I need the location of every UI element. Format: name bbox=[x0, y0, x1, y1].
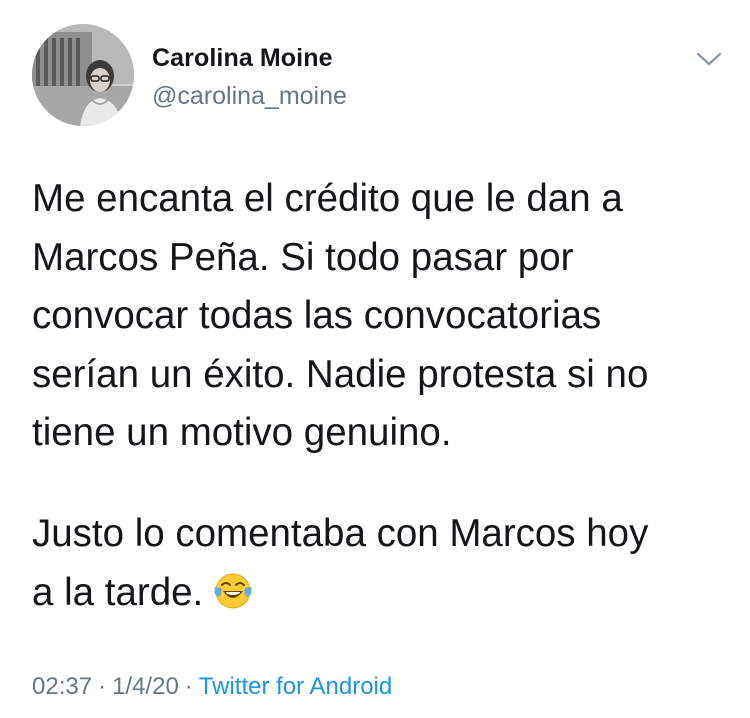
tweet-date[interactable]: 1/4/20 bbox=[112, 673, 179, 700]
tweet-card: Carolina Moine @carolina_moine Me encant… bbox=[0, 0, 750, 718]
meta-separator: · bbox=[184, 673, 193, 700]
tweet-line: convocar todas las convocatorias bbox=[32, 294, 602, 337]
tweet-text-paragraph-2: Justo lo comentaba con Marcos hoy a la t… bbox=[32, 505, 732, 622]
tweet-line: tiene un motivo genuino. bbox=[32, 411, 452, 454]
meta-separator: · bbox=[98, 673, 107, 700]
user-handle[interactable]: @carolina_moine bbox=[152, 82, 347, 111]
tweet-line: Marcos Peña. Si todo pasar por bbox=[32, 235, 574, 279]
laughing-tears-emoji-icon bbox=[213, 570, 253, 610]
tweet-line: Me encanta el crédito que le dan a bbox=[32, 177, 623, 220]
tweet-line: a la tarde. bbox=[32, 570, 204, 614]
display-name[interactable]: Carolina Moine bbox=[152, 44, 333, 73]
chevron-down-icon[interactable] bbox=[694, 46, 724, 70]
tweet-line: Justo lo comentaba con Marcos hoy bbox=[32, 512, 649, 555]
tweet-time[interactable]: 02:37 bbox=[32, 673, 92, 700]
tweet-metadata: 02:37 · 1/4/20 · Twitter for Android bbox=[32, 673, 392, 701]
tweet-source-link[interactable]: Twitter for Android bbox=[199, 673, 392, 700]
avatar[interactable] bbox=[32, 24, 134, 126]
tweet-text-paragraph-1: Me encanta el crédito que le dan a Marco… bbox=[32, 170, 732, 463]
tweet-line: serían un éxito. Nadie protesta si no bbox=[32, 352, 649, 396]
